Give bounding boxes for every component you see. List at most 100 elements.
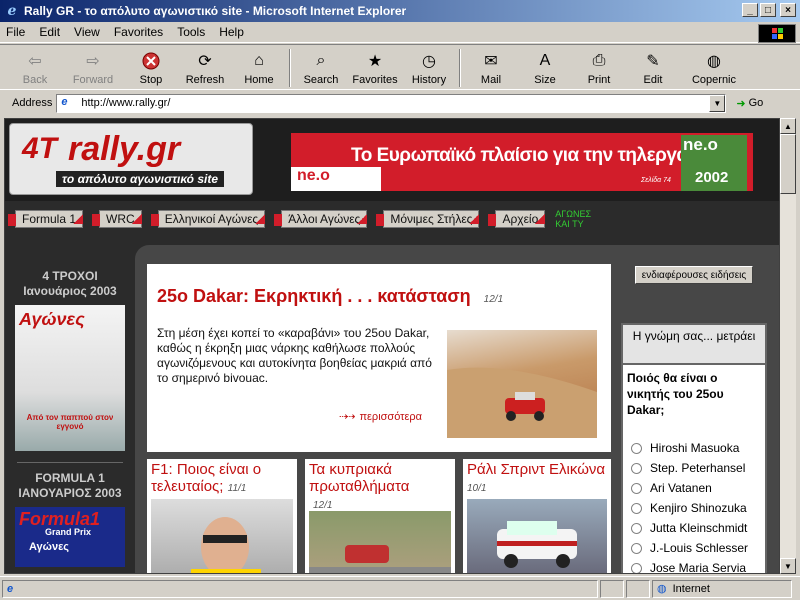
radio-button[interactable] <box>631 442 642 454</box>
mag1-cover[interactable]: Αγώνες Από τον παππού στον εγγονό <box>15 305 125 451</box>
menu-view[interactable]: View <box>74 25 100 39</box>
nav-formula1[interactable]: Formula 1 <box>7 210 84 228</box>
main-headline-row[interactable]: 25ο Dakar: Εκρηκτική . . . κατάσταση 12/… <box>157 286 503 307</box>
mag1-caption: Από τον παππού στον εγγονό <box>26 413 114 431</box>
address-label: Address <box>12 97 53 109</box>
radio-button[interactable] <box>631 462 642 474</box>
banner-sub: Σελίδα 74 <box>641 177 671 184</box>
search-icon: ⌕ <box>316 52 326 69</box>
address-url: http://www.rally.gr/ <box>81 97 171 109</box>
logo-mark: 4T <box>22 132 58 165</box>
sub2-title: Τα κυπριακά πρωταθλήματα <box>309 461 410 495</box>
back-button[interactable]: ⇦ Back <box>8 45 62 89</box>
main-article: 25ο Dakar: Εκρηκτική . . . κατάσταση 12/… <box>147 264 611 452</box>
stop-button[interactable]: Stop <box>124 45 178 89</box>
page-viewport[interactable]: 4T rally.gr το απόλυτο αγωνιστικό site Τ… <box>4 118 780 574</box>
poll-option[interactable]: Jutta Kleinschmidt <box>623 518 765 538</box>
sub-article-cyprus[interactable]: Τα κυπριακά πρωταθλήματα 12/1 <box>305 459 455 573</box>
nav-archive[interactable]: Αρχείο <box>488 210 546 228</box>
back-arrow-icon: ⇦ <box>28 53 42 70</box>
sub-article-sprint[interactable]: Ράλι Σπριντ Ελικώνα 10/1 <box>463 459 611 573</box>
font-size-icon: A <box>539 52 551 69</box>
banner-text: Το Ευρωπαϊκό πλαίσιο για την τηλεργασία <box>351 145 717 166</box>
nav-greek-races[interactable]: Ελληνικοί Αγώνες <box>150 210 266 228</box>
sub-article-f1[interactable]: F1: Ποιος είναι ο τελευταίος; 11/1 <box>147 459 297 573</box>
poll-question: Ποιός θα είναι ο νικητής του 25ου Dakar; <box>627 371 724 417</box>
poll-option[interactable]: Kenjiro Shinozuka <box>623 498 765 518</box>
minimize-button[interactable]: _ <box>742 3 758 17</box>
vertical-scrollbar[interactable]: ▲ ▼ <box>780 118 796 574</box>
radio-button[interactable] <box>631 562 642 573</box>
edit-icon: ✎ <box>646 53 660 70</box>
sub3-date: 10/1 <box>467 483 487 494</box>
sub1-photo <box>151 499 293 573</box>
go-arrow-icon: ➜ <box>736 97 746 110</box>
radio-button[interactable] <box>631 502 642 514</box>
status-main: e <box>2 579 598 598</box>
radio-button[interactable] <box>631 542 642 554</box>
poll-head: Η γνώμη σας... μετράει <box>623 325 765 365</box>
mag2-caption: Αγώνες <box>29 541 70 553</box>
poll-option[interactable]: J.-Louis Schlesser <box>623 538 765 558</box>
sub1-date: 11/1 <box>227 483 247 494</box>
sub3-title: Ράλι Σπριντ Ελικώνα <box>467 461 606 478</box>
mag2-cover[interactable]: Formula1 Grand Prix Αγώνες <box>15 507 125 567</box>
poll-option[interactable]: Ari Vatanen <box>623 478 765 498</box>
maximize-button[interactable]: □ <box>760 3 776 17</box>
history-icon: ◷ <box>422 53 436 70</box>
favorites-button[interactable]: ★ Favorites <box>348 45 402 89</box>
address-dropdown-icon[interactable]: ▼ <box>709 94 726 112</box>
scroll-up-icon[interactable]: ▲ <box>780 118 796 134</box>
more-link[interactable]: ⇢⇢ περισσότερα <box>339 410 422 424</box>
ad-banner[interactable]: Το Ευρωπαϊκό πλαίσιο για την τηλεργασία … <box>291 133 753 191</box>
forward-button[interactable]: ⇨ Forward <box>62 45 124 89</box>
go-button[interactable]: ➜ Go <box>736 97 763 110</box>
radio-button[interactable] <box>631 522 642 534</box>
status-pane <box>626 579 650 598</box>
close-button[interactable]: × <box>780 3 796 17</box>
menu-tools[interactable]: Tools <box>177 25 205 39</box>
print-button[interactable]: ⎙ Print <box>572 45 626 89</box>
scroll-thumb[interactable] <box>780 134 796 194</box>
menu-edit[interactable]: Edit <box>39 25 60 39</box>
edit-button[interactable]: ✎ Edit <box>626 45 680 89</box>
window-title-bar[interactable]: e Rally GR - το απόλυτο αγωνιστικό site … <box>0 0 800 22</box>
banner-year: 2002 <box>695 169 729 186</box>
mag2-title: FORMULA 1 ΙΑΝΟΥΑΡΙΟΣ 2003 <box>18 471 122 500</box>
poll-option[interactable]: Step. Peterhansel <box>623 458 765 478</box>
refresh-button[interactable]: ⟳ Refresh <box>178 45 232 89</box>
address-input[interactable]: e http://www.rally.gr/ ▼ <box>56 93 727 113</box>
menu-help[interactable]: Help <box>219 25 244 39</box>
size-button[interactable]: A Size <box>518 45 572 89</box>
history-button[interactable]: ◷ History <box>402 45 456 89</box>
main-navigation: Formula 1 WRC Ελληνικοί Αγώνες Άλλοι Αγώ… <box>5 209 779 229</box>
poll-option[interactable]: Jose Maria Servia <box>623 558 765 573</box>
menu-file[interactable]: File <box>6 25 25 39</box>
nav-columns[interactable]: Μόνιμες Στήλες <box>376 210 480 228</box>
radio-button[interactable] <box>631 482 642 494</box>
banner-magazine: ne.o 2002 <box>681 135 747 191</box>
logo-tagline: το απόλυτο αγωνιστικό site <box>56 171 225 187</box>
dakar-photo[interactable] <box>447 330 597 438</box>
nav-other-races[interactable]: Άλλοι Αγώνες <box>274 210 368 228</box>
favorites-icon: ★ <box>367 53 383 70</box>
windows-logo-icon <box>758 24 796 43</box>
copernic-button[interactable]: ◍ Copernic <box>680 45 748 89</box>
page-icon: e <box>61 96 68 108</box>
search-button[interactable]: ⌕ Search <box>294 45 348 89</box>
menu-favorites[interactable]: Favorites <box>114 25 163 39</box>
ie-logo-icon: e <box>7 3 17 19</box>
printer-icon: ⎙ <box>592 52 606 69</box>
site-logo[interactable]: 4T rally.gr το απόλυτο αγωνιστικό site <box>9 123 253 195</box>
main-headline: 25ο Dakar: Εκρηκτική . . . κατάσταση <box>157 286 471 306</box>
sub2-date: 12/1 <box>313 500 333 511</box>
nav-tv[interactable]: ΑΓΩΝΕΣ ΚΑΙ ΤΥ <box>555 209 597 229</box>
nav-wrc[interactable]: WRC <box>92 210 142 228</box>
scroll-down-icon[interactable]: ▼ <box>780 558 796 574</box>
home-button[interactable]: ⌂ Home <box>232 45 286 89</box>
menu-bar: File Edit View Favorites Tools Help <box>0 22 800 43</box>
mail-icon: ✉ <box>484 53 498 70</box>
interesting-news-button[interactable]: ενδιαφέρουσες ειδήσεις <box>635 266 753 284</box>
mail-button[interactable]: ✉ Mail <box>464 45 518 89</box>
poll-option[interactable]: Hiroshi Masuoka <box>623 438 765 458</box>
